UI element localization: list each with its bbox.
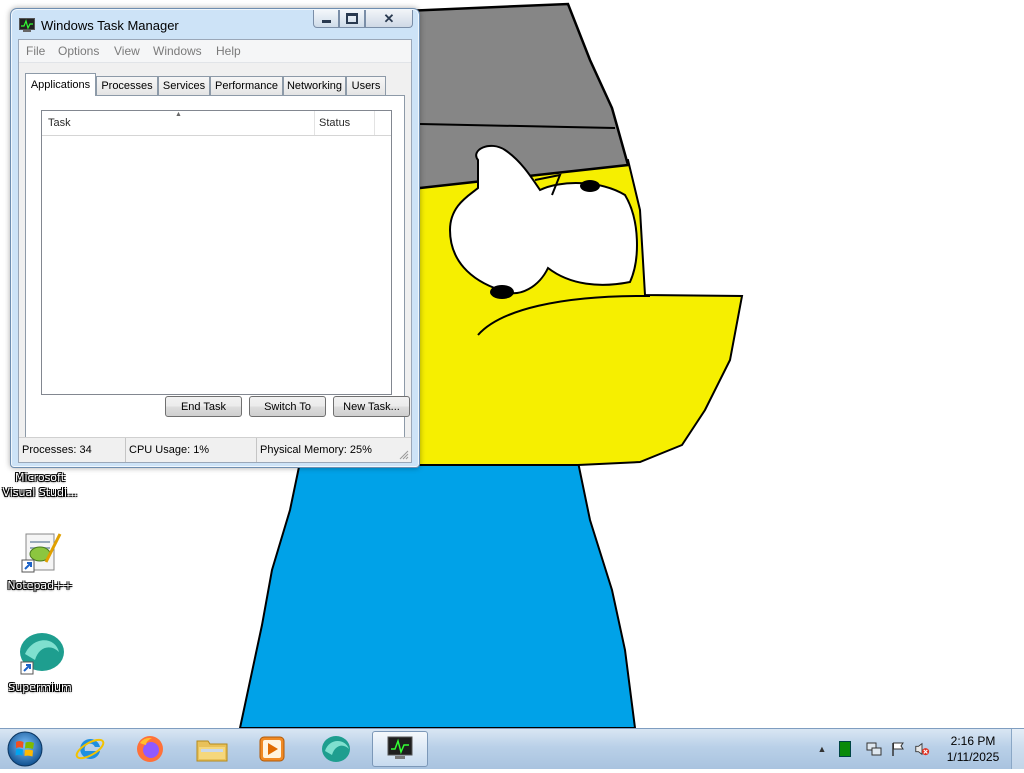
maximize-button[interactable] xyxy=(339,10,365,28)
task-list[interactable]: ▲ Task Status xyxy=(41,110,392,395)
window-client-area: File Options View Windows Help Applicati… xyxy=(18,39,412,463)
menu-options[interactable]: Options xyxy=(58,44,99,58)
applications-tab-panel: ▲ Task Status End Task Switch To New Tas… xyxy=(25,95,410,442)
show-hidden-icons[interactable]: ▲ xyxy=(814,741,830,757)
status-processes: Processes: 34 xyxy=(22,444,92,456)
switch-to-button[interactable]: Switch To xyxy=(249,396,326,417)
window-titlebar[interactable]: Windows Task Manager ✕ xyxy=(11,9,419,39)
tray-action-center[interactable] xyxy=(890,741,906,757)
status-physical-memory: Physical Memory: 25% xyxy=(256,438,396,462)
minimize-icon xyxy=(321,19,331,23)
menu-bar: File Options View Windows Help xyxy=(19,40,411,63)
tab-performance[interactable]: Performance xyxy=(210,76,283,95)
task-list-header: ▲ Task Status xyxy=(42,111,391,136)
tray-network[interactable] xyxy=(866,741,882,757)
notepad-plus-plus-icon xyxy=(21,533,62,573)
start-button[interactable] xyxy=(5,730,45,768)
taskbar-supermium[interactable] xyxy=(310,731,362,767)
supermium-icon xyxy=(322,736,350,762)
close-icon: ✕ xyxy=(383,10,395,26)
clock-date: 1/11/2025 xyxy=(946,750,1000,764)
close-button[interactable]: ✕ xyxy=(365,10,413,28)
internet-explorer-icon xyxy=(75,738,105,760)
supermium-icon xyxy=(20,633,64,675)
task-manager-icon xyxy=(387,736,413,759)
status-cpu-usage: CPU Usage: 1% xyxy=(125,438,256,462)
desktop-icon-label: Notepad++ xyxy=(7,579,73,592)
taskbar: ▲ 2:16 PM 1/11/2025 xyxy=(0,728,1024,769)
tray-volume[interactable] xyxy=(914,741,930,757)
column-header-status[interactable]: Status xyxy=(315,111,375,135)
character-body xyxy=(238,461,637,729)
menu-file[interactable]: File xyxy=(26,44,45,58)
volume-muted-icon xyxy=(915,742,930,756)
tab-applications[interactable]: Applications xyxy=(25,73,96,96)
new-task-button[interactable]: New Task... xyxy=(333,396,410,417)
clock-time: 2:16 PM xyxy=(950,734,996,748)
minimize-button[interactable] xyxy=(313,10,339,28)
desktop-icon-label: Supermium xyxy=(8,681,72,694)
desktop-icon-supermium[interactable]: Supermium xyxy=(0,630,80,695)
taskbar-internet-explorer[interactable] xyxy=(64,731,116,767)
file-explorer-icon xyxy=(196,740,228,762)
menu-help[interactable]: Help xyxy=(216,44,241,58)
maximize-icon xyxy=(346,13,358,24)
resize-grip-icon[interactable] xyxy=(399,450,409,460)
tab-processes[interactable]: Processes xyxy=(96,76,158,95)
media-player-icon xyxy=(259,736,285,762)
task-manager-app-icon xyxy=(19,18,35,32)
window-title: Windows Task Manager xyxy=(41,18,179,33)
taskbar-firefox[interactable] xyxy=(124,731,176,767)
menu-windows[interactable]: Windows xyxy=(153,44,202,58)
taskbar-file-explorer[interactable] xyxy=(186,731,238,767)
tab-services[interactable]: Services xyxy=(158,76,210,95)
taskbar-clock[interactable]: 2:16 PM 1/11/2025 xyxy=(938,733,1008,765)
chevron-up-icon: ▲ xyxy=(817,744,827,754)
action-center-flag-icon xyxy=(892,742,904,756)
green-status-icon xyxy=(839,741,851,757)
tab-users[interactable]: Users xyxy=(346,76,386,95)
column-header-task[interactable]: Task xyxy=(42,111,315,135)
taskbar-media-player[interactable] xyxy=(246,731,298,767)
firefox-icon xyxy=(137,736,163,762)
task-manager-window[interactable]: Windows Task Manager ✕ File Options View… xyxy=(10,8,420,468)
desktop-icon-label: Microsoft Visual Studi... xyxy=(2,471,78,499)
end-task-button[interactable]: End Task xyxy=(165,396,242,417)
desktop-icon-notepad-plus-plus[interactable]: Notepad++ xyxy=(0,528,80,593)
show-desktop-button[interactable] xyxy=(1011,729,1024,769)
desktop-icon-visual-studio[interactable]: Microsoft Visual Studi... xyxy=(0,470,80,500)
taskbar-task-manager[interactable] xyxy=(372,731,428,767)
menu-view[interactable]: View xyxy=(114,44,140,58)
start-orb xyxy=(7,731,43,767)
network-icon xyxy=(866,742,882,756)
status-bar: Processes: 34 CPU Usage: 1% Physical Mem… xyxy=(19,437,411,462)
tab-networking[interactable]: Networking xyxy=(283,76,346,95)
tray-green-status[interactable] xyxy=(837,741,853,757)
